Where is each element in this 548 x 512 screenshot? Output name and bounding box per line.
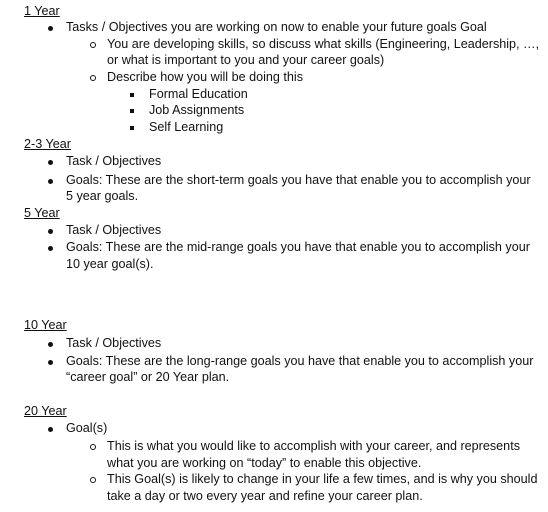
list-item: Task / Objectives xyxy=(66,154,162,168)
square-bullet-icon xyxy=(130,109,134,113)
list-item-continuation: 5 year goals. xyxy=(66,189,139,203)
list-item: You are developing skills, so discuss wh… xyxy=(107,37,540,51)
section-heading-5-year: 5 Year xyxy=(24,206,60,220)
list-item: This is what you would like to accomplis… xyxy=(107,439,520,453)
disc-bullet-icon xyxy=(48,160,53,165)
list-item: Goals: These are the mid-range goals you… xyxy=(66,240,530,254)
list-item: Goals: These are the long-range goals yo… xyxy=(66,354,534,368)
circle-bullet-icon xyxy=(90,42,96,48)
section-heading-10-year: 10 Year xyxy=(24,318,67,332)
circle-bullet-icon xyxy=(90,444,96,450)
disc-bullet-icon xyxy=(48,179,53,184)
list-item-continuation: or what is important to you and your car… xyxy=(107,53,385,67)
list-item: Goals: These are the short-term goals yo… xyxy=(66,173,531,187)
disc-bullet-icon xyxy=(48,360,53,365)
disc-bullet-icon xyxy=(48,26,53,31)
square-bullet-icon xyxy=(130,93,134,97)
circle-bullet-icon xyxy=(90,75,96,81)
list-item: Self Learning xyxy=(149,120,224,134)
list-item: Task / Objectives xyxy=(66,336,162,350)
list-item-continuation: what you are working on “today” to enabl… xyxy=(107,456,422,470)
list-item: Formal Education xyxy=(149,87,248,101)
section-heading-1-year: 1 Year xyxy=(24,4,60,18)
disc-bullet-icon xyxy=(48,229,53,234)
section-heading-2-3-year: 2-3 Year xyxy=(24,137,71,151)
disc-bullet-icon xyxy=(48,246,53,251)
disc-bullet-icon xyxy=(48,342,53,347)
list-item: This Goal(s) is likely to change in your… xyxy=(107,472,538,486)
list-item: Goal(s) xyxy=(66,421,108,435)
list-item-continuation: “career goal” or 20 Year plan. xyxy=(66,370,230,384)
circle-bullet-icon xyxy=(90,477,96,483)
section-heading-20-year: 20 Year xyxy=(24,404,67,418)
square-bullet-icon xyxy=(130,126,134,130)
list-item-continuation: 10 year goal(s). xyxy=(66,257,154,271)
list-item: Job Assignments xyxy=(149,103,245,117)
list-item: Describe how you will be doing this xyxy=(107,70,304,84)
list-item: Tasks / Objectives you are working on no… xyxy=(66,20,487,34)
disc-bullet-icon xyxy=(48,427,53,432)
list-item: Task / Objectives xyxy=(66,223,162,237)
list-item-continuation: take a day or two every year and refine … xyxy=(107,489,423,503)
